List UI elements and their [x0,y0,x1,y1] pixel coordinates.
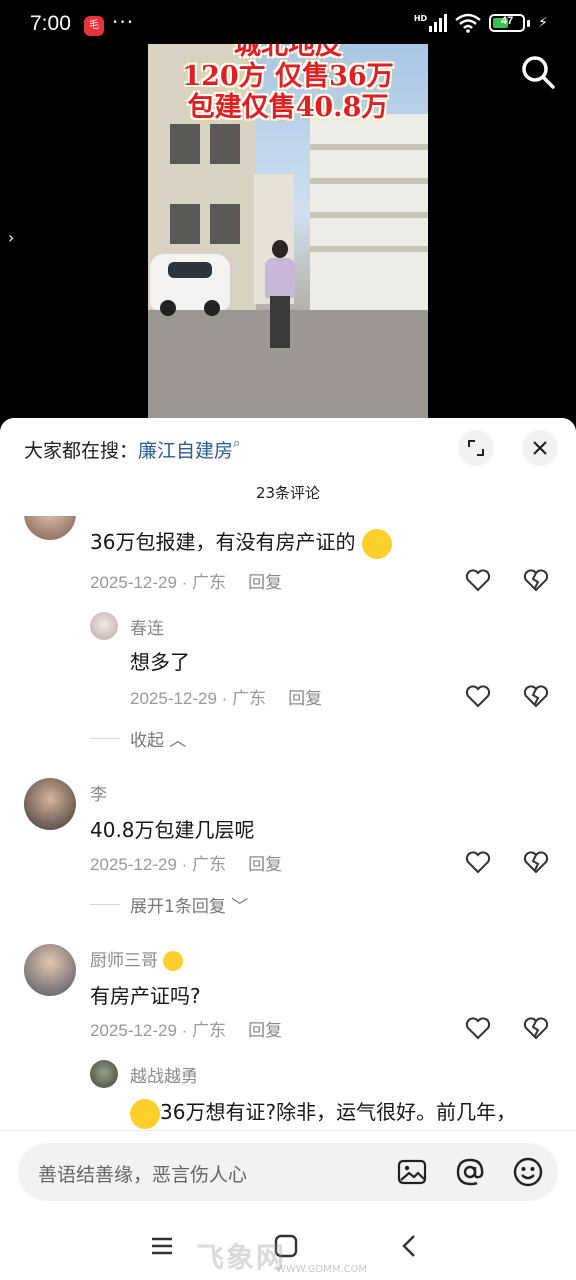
collapse-replies-button[interactable]: 收起 ︿ [130,726,186,751]
more-notifications-icon: ··· [112,10,135,34]
comment-text: 40.8万包建几层呢 [90,818,255,842]
dislike-icon[interactable] [522,848,550,876]
car-image [150,254,230,316]
comment-username[interactable]: 厨师三哥 [90,946,184,971]
video-player[interactable]: 城北地皮 120方 仅售36万 包建仅售40.8万 › [0,44,576,420]
comment-text: 36万想有证?除非，运气很好。前几年， [130,1096,516,1129]
laugh-cry-emoji-icon [361,528,392,559]
chevron-down-icon: ﹀ [231,897,249,917]
avatar[interactable] [24,516,76,540]
comment-meta: 2025-12-29 · 广东 回复 [130,689,323,708]
avatar[interactable] [24,778,76,830]
back-icon[interactable] [396,1232,424,1260]
comment-input-bar: 善语结善缘，恶言伤人心 [0,1130,576,1220]
comment-meta: 2025-12-29 · 广东 回复 [90,855,283,874]
reply-button[interactable]: 回复 [288,689,322,708]
emoji-icon[interactable] [512,1156,544,1188]
comment-username[interactable]: 春连 [130,614,164,639]
close-button[interactable] [522,430,558,466]
mention-icon[interactable] [454,1156,486,1188]
comment-meta: 2025-12-29 · 广东 回复 [90,1021,283,1040]
comment-count: 23条评论 [255,484,321,502]
search-suggestion[interactable]: 大家都在搜：廉江自建房⌕ [24,436,240,463]
system-navigation-bar: 飞象网 WWW.GDMM.COM [0,1220,576,1280]
avatar[interactable] [24,944,76,996]
status-bar: 7:00 毛 ··· HD 47 ⚡ [0,0,576,44]
search-small-icon: ⌕ [233,436,241,451]
comment-text: 有房产证吗? [90,984,201,1008]
dislike-icon[interactable] [522,1014,550,1042]
comment-sheet: 大家都在搜：廉江自建房⌕ 23条评论 36万包报建，有没有房产证的 2025-1… [0,418,576,1280]
comment-meta: 2025-12-29 · 广东 回复 [90,573,283,592]
wifi-icon [455,13,481,33]
comment-text: 想多了 [130,650,190,674]
grin-emoji-icon [130,1098,160,1129]
chevron-right-icon[interactable]: › [8,228,14,247]
like-icon[interactable] [464,682,492,710]
like-icon[interactable] [464,848,492,876]
reply-button[interactable]: 回复 [248,1021,282,1040]
expand-button[interactable] [458,430,494,466]
comment-username[interactable]: 李 [90,780,107,805]
status-time: 7:00 [30,12,71,35]
comment-list[interactable]: 36万包报建，有没有房产证的 2025-12-29 · 广东 回复 春连 想多了 … [0,516,576,1130]
dislike-icon[interactable] [522,566,550,594]
watermark: 飞象网 [196,1241,287,1274]
network-label: HD [413,14,428,23]
expand-replies-button[interactable]: 展开1条回复 ﹀ [130,892,248,917]
battery-level: 47 [501,15,514,27]
video-frame[interactable]: 城北地皮 120方 仅售36万 包建仅售40.8万 [148,44,428,420]
comment-username[interactable]: 越战越勇 [130,1062,198,1087]
avatar[interactable] [90,1060,118,1088]
avatar[interactable] [90,612,118,640]
app-notification-icon: 毛 [84,16,104,36]
expand-icon [468,440,484,456]
search-suggestion-label: 大家都在搜： [24,440,139,462]
cellular-signal-icon: HD [413,14,448,32]
status-indicators: HD 47 ⚡ [414,13,548,33]
like-icon[interactable] [464,1014,492,1042]
like-icon[interactable] [464,566,492,594]
reply-button[interactable]: 回复 [248,855,282,874]
image-icon[interactable] [396,1156,428,1188]
battery-icon: 47 [489,14,526,32]
search-icon[interactable] [518,52,558,92]
comment-input-placeholder: 善语结善缘，恶言伤人心 [38,1164,248,1186]
charging-icon: ⚡ [538,15,548,31]
tongue-emoji-icon [163,951,184,971]
menu-icon[interactable] [148,1232,176,1260]
search-keyword-link[interactable]: 廉江自建房 [138,440,233,462]
comment-text: 36万包报建，有没有房产证的 [90,526,392,559]
dislike-icon[interactable] [522,682,550,710]
watermark-url: WWW.GDMM.COM [276,1264,368,1275]
video-caption: 城北地皮 120方 仅售36万 包建仅售40.8万 [182,44,394,123]
person-image [260,240,300,352]
chevron-up-icon: ︿ [169,731,187,751]
comment-input[interactable]: 善语结善缘，恶言伤人心 [18,1143,558,1201]
reply-button[interactable]: 回复 [248,573,282,592]
close-icon [533,441,547,455]
